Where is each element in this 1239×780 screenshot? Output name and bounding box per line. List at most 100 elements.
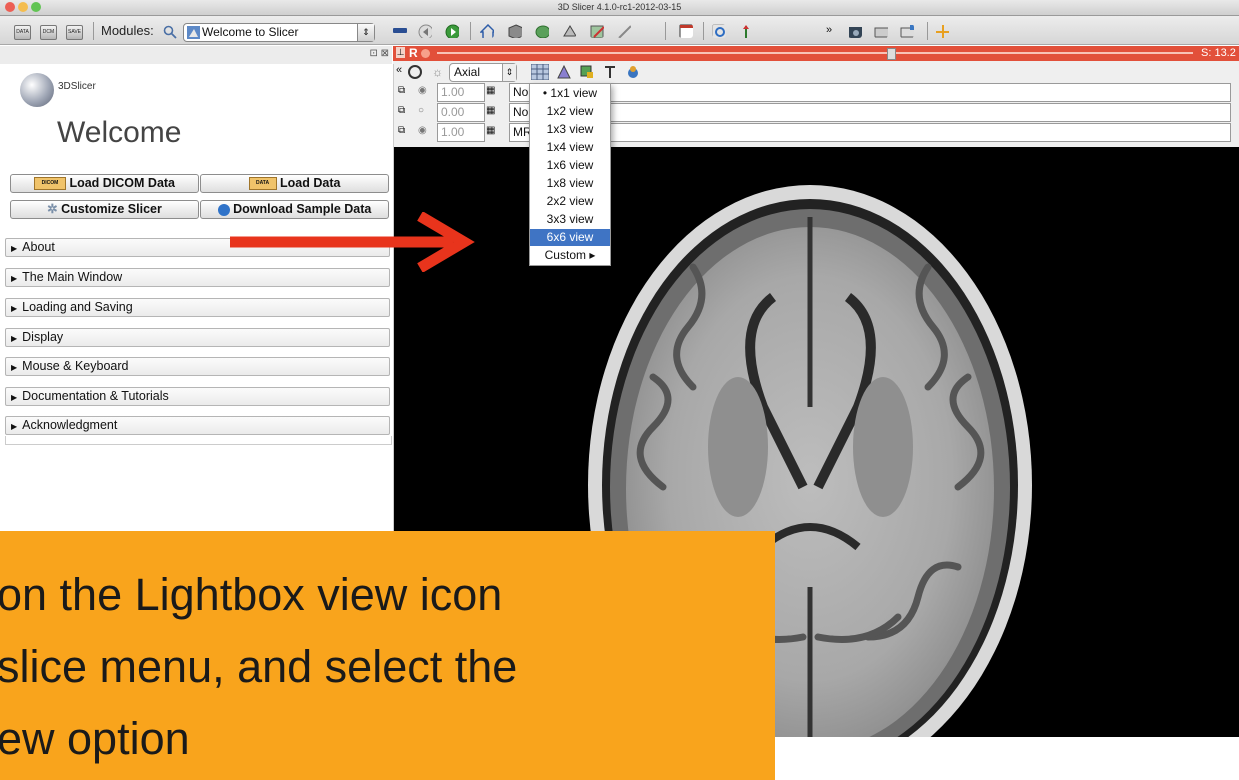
3d-cube-icon[interactable]	[508, 24, 522, 38]
slice-controller: « ☼ Axial ⇕ ⧉ ◉ 1.00 ▦ No ⧉ ○ 0.00 ▦ No …	[393, 61, 1239, 148]
menu-item-3x3[interactable]: 3x3 view	[530, 211, 610, 228]
fiducial-icon[interactable]: ▾	[935, 24, 949, 38]
spacing-icon[interactable]	[602, 64, 618, 80]
toolbar-separator	[703, 22, 704, 40]
layout-icon[interactable]	[393, 28, 407, 33]
menu-item-1x6[interactable]: 1x6 view	[530, 157, 610, 174]
opacity-field[interactable]: 1.00	[437, 83, 485, 102]
gear-icon: ✲	[47, 202, 58, 216]
menu-item-1x2[interactable]: 1x2 view	[530, 103, 610, 120]
slicer-logo	[20, 73, 54, 107]
menu-item-1x1[interactable]: • 1x1 view	[530, 85, 610, 102]
models-visibility-icon[interactable]	[625, 64, 641, 80]
reslice-icon[interactable]	[556, 64, 572, 80]
eye-icon[interactable]: ◉	[418, 85, 427, 96]
disclosure-triangle-icon: ▶	[11, 363, 18, 372]
search-icon[interactable]	[163, 25, 177, 39]
load-dicom-icon[interactable]: DCM	[40, 25, 57, 40]
pin-icon[interactable]: ⊥	[396, 47, 405, 58]
eye-icon[interactable]: ○	[418, 105, 424, 116]
module-panel: 3DSlicer Welcome DICOM Load DICOM Data D…	[0, 64, 394, 534]
callout-line-2: slice menu, and select the	[0, 641, 518, 692]
module-panel-header: ⊡ ⊠	[0, 46, 392, 65]
grid-icon[interactable]: ▦	[486, 105, 495, 116]
menu-item-2x2[interactable]: 2x2 view	[530, 193, 610, 210]
editor-icon[interactable]	[590, 24, 604, 38]
chevron-updown-icon: ⇕	[357, 24, 374, 41]
slice-view-label: R	[409, 46, 418, 60]
section-acknowledgment[interactable]: ▶ Acknowledgment	[5, 416, 390, 435]
camera-icon[interactable]	[848, 24, 862, 38]
module-icon	[187, 26, 200, 39]
section-mouse-keyboard[interactable]: ▶ Mouse & Keyboard	[5, 357, 390, 376]
load-dicom-button[interactable]: DICOM Load DICOM Data	[10, 174, 199, 193]
opacity-field[interactable]: 0.00	[437, 103, 485, 122]
section-loading-saving[interactable]: ▶ Loading and Saving	[5, 298, 390, 317]
mouse-mode-icon[interactable]: ▾	[740, 24, 754, 38]
volume-selector[interactable]: No	[509, 103, 1231, 122]
toolbar-separator	[665, 22, 666, 40]
customize-slicer-button[interactable]: ✲ Customize Slicer	[10, 200, 199, 219]
dicom-icon: DICOM	[33, 177, 66, 191]
grid-icon[interactable]: ▦	[486, 85, 495, 96]
brain-icon[interactable]	[535, 24, 549, 38]
grid-icon[interactable]: ▦	[486, 125, 495, 136]
eye-icon[interactable]: ☼	[432, 65, 443, 79]
menu-item-6x6[interactable]: 6x6 view	[530, 229, 610, 246]
modules-label: Modules:	[101, 23, 154, 38]
slice-offset-slider-handle[interactable]	[887, 48, 896, 60]
page-title: Welcome	[57, 116, 182, 149]
layer-fg-icon[interactable]: ⧉	[398, 85, 405, 96]
logo-text: 3DSlicer	[58, 81, 96, 92]
load-data-button[interactable]: DATA Load Data	[200, 174, 389, 193]
orientation-selector[interactable]: Axial ⇕	[449, 63, 517, 82]
label-outline-icon[interactable]	[579, 64, 595, 80]
menu-item-1x8[interactable]: 1x8 view	[530, 175, 610, 192]
eye-icon[interactable]: ◉	[418, 125, 427, 136]
link-views-icon[interactable]	[408, 65, 424, 80]
chevron-updown-icon: ⇕	[502, 64, 516, 81]
slice-offset-value: S: 13.2	[1201, 47, 1236, 59]
menu-item-1x4[interactable]: 1x4 view	[530, 139, 610, 156]
crosshair-icon[interactable]	[712, 24, 726, 38]
disclosure-triangle-icon: ▶	[11, 422, 18, 431]
callout-line-3: ew option	[0, 713, 190, 764]
link-icon[interactable]	[421, 49, 430, 58]
toolbar-separator	[93, 22, 94, 40]
volume-selector[interactable]: No	[509, 83, 1231, 102]
slice-offset-slider[interactable]	[437, 52, 1193, 54]
back-icon[interactable]	[418, 24, 432, 38]
layer-label-icon[interactable]: ⧉	[398, 105, 405, 116]
section-documentation[interactable]: ▶ Documentation & Tutorials	[5, 387, 390, 406]
models-icon[interactable]	[562, 24, 576, 38]
ruler-icon[interactable]	[617, 24, 631, 38]
scene-view-icon[interactable]	[900, 24, 914, 38]
collapse-icon[interactable]: «	[396, 64, 402, 76]
lightbox-view-icon[interactable]	[531, 64, 549, 80]
slice-view-bar: ⊥ R S: 13.2	[393, 46, 1239, 61]
save-icon[interactable]: SAVE	[66, 25, 83, 40]
module-selector[interactable]: Welcome to Slicer ⇕	[183, 23, 375, 42]
data-icon: DATA	[248, 177, 277, 191]
screenshot-icon[interactable]	[874, 24, 888, 38]
disclosure-triangle-icon: ▶	[11, 334, 18, 343]
layout-grid-icon[interactable]	[679, 24, 693, 38]
forward-icon[interactable]	[445, 24, 459, 38]
panel-bottom-divider	[5, 436, 392, 445]
annotation-arrow	[230, 212, 475, 272]
lightbox-layout-menu: • 1x1 view 1x2 view 1x3 view 1x4 view 1x…	[529, 83, 611, 266]
disclosure-triangle-icon: ▶	[11, 393, 18, 402]
section-display[interactable]: ▶ Display	[5, 328, 390, 347]
orientation-value: Axial	[454, 65, 481, 79]
layer-bg-icon[interactable]: ⧉	[398, 125, 405, 136]
load-data-icon[interactable]: DATA	[14, 25, 31, 40]
toolbar-separator	[927, 22, 928, 40]
instruction-callout: on the Lightbox view icon slice menu, an…	[0, 531, 775, 780]
panel-float-close-icon[interactable]: ⊡ ⊠	[369, 48, 389, 59]
volume-selector[interactable]: MR	[509, 123, 1231, 142]
home-icon[interactable]	[480, 24, 494, 38]
menu-item-1x3[interactable]: 1x3 view	[530, 121, 610, 138]
opacity-field[interactable]: 1.00	[437, 123, 485, 142]
more-icon[interactable]: »	[826, 24, 832, 36]
menu-item-custom[interactable]: Custom ▸	[530, 247, 610, 264]
